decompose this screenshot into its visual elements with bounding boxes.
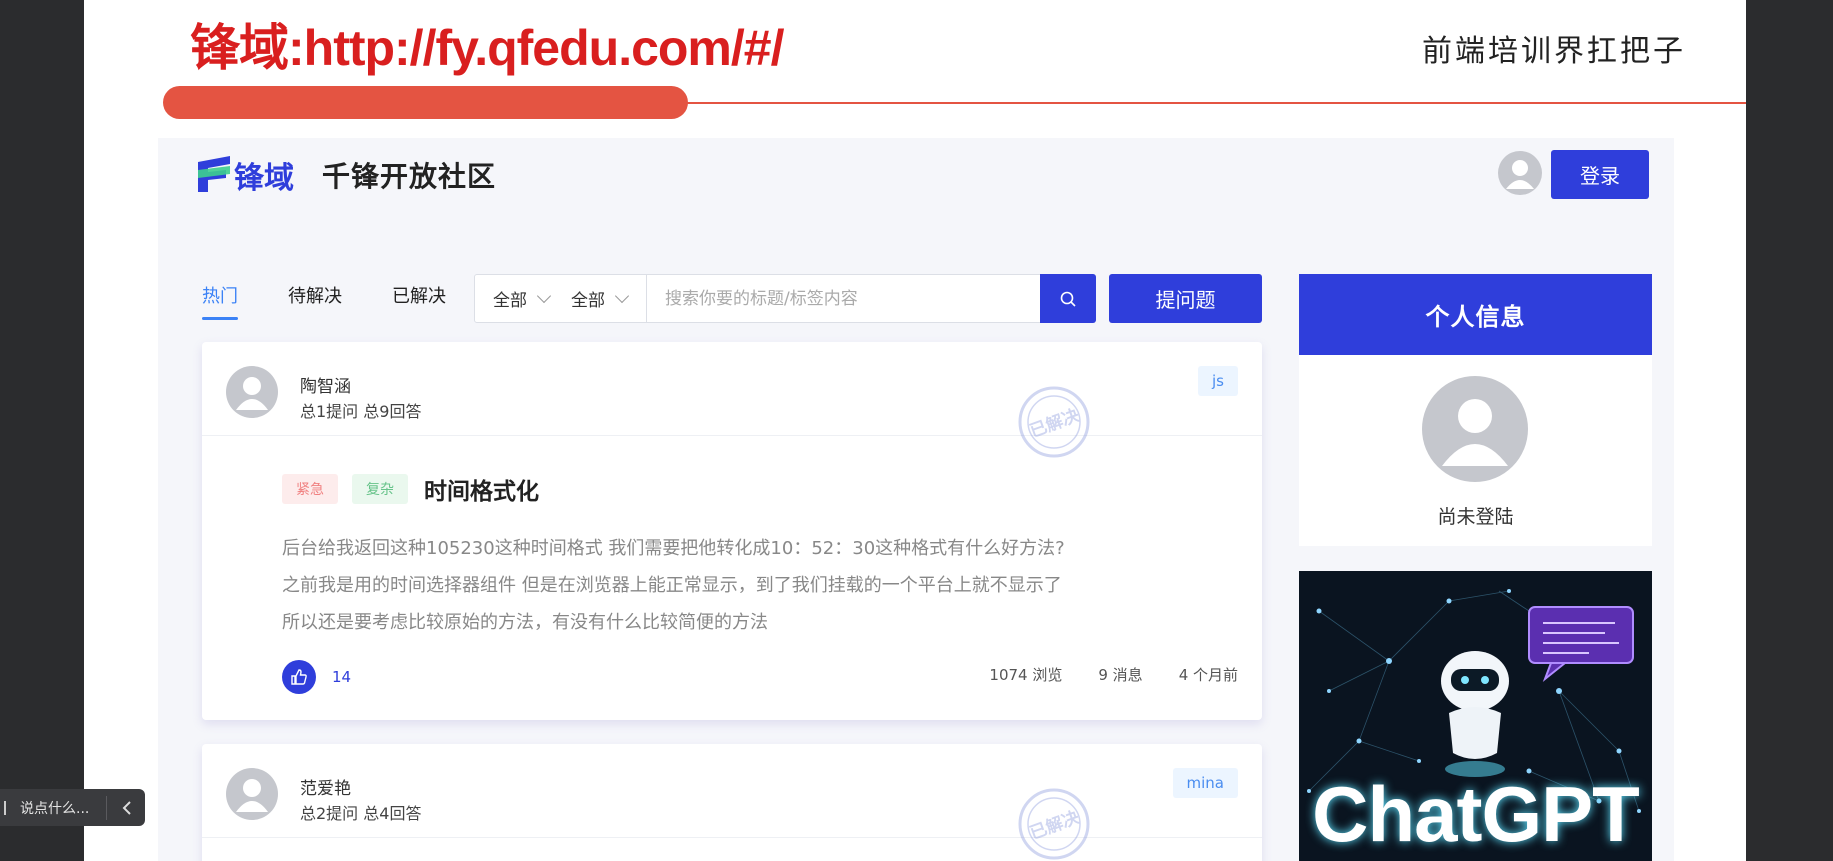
urgent-badge: 紧急 [282,474,338,504]
solved-stamp-icon: 已解决 [1014,382,1094,466]
tab-solved[interactable]: 已解决 [392,282,446,320]
login-status: 尚未登陆 [1437,506,1514,528]
filter-select-2-value: 全部 [571,291,605,311]
slide-accent-line [684,102,1746,104]
complex-badge: 复杂 [352,474,408,504]
author-avatar-icon[interactable] [226,366,278,418]
slide-slogan: 前端培训界扛把子 [1422,34,1686,69]
community-page: 锋域 千锋开放社区 登录 热门 待解决 已解决 全部 全部 搜索你要的标题/标签… [158,138,1674,861]
floating-comment-bar[interactable]: 说点什么... [0,789,145,826]
view-count: 1074 浏览 [989,666,1063,684]
author-name[interactable]: 范爱艳 [300,774,351,799]
user-avatar-icon[interactable] [1498,151,1542,195]
slide-accent-pill [163,86,688,119]
question-tabs: 热门 待解决 已解决 [202,282,496,320]
message-count: 9 消息 [1098,666,1143,684]
search-bar: 全部 全部 [474,274,1096,323]
thumbs-up-icon [291,669,307,685]
ask-question-button[interactable]: 提问题 [1109,274,1262,323]
question-body-line: 之前我是用的时间选择器组件 但是在浏览器上能正常显示，到了我们挂载的一个平台上就… [282,575,1062,596]
slide-title: 锋域:http://fy.qfedu.com/#/ [190,20,784,76]
solved-stamp-text: 已解决 [1027,806,1083,844]
logo-mark-icon: 锋域 [196,154,306,196]
chevron-down-icon [536,288,552,303]
question-body: 后台给我返回这种105230这种时间格式 我们需要把他转化成10：52：30这种… [282,530,1065,641]
logo-mark-text: 锋域 [234,161,294,196]
profile-panel: 个人信息 尚未登陆 [1299,274,1652,546]
author-stats: 总1提问 总9回答 [300,402,422,421]
question-card[interactable]: 陶智涵 总1提问 总9回答 js 已解决 紧急 复杂 时间格式化 后台给我返回这… [202,342,1262,720]
bar-edge-icon [0,800,6,815]
chatgpt-ad-banner[interactable]: ChatGPT [1299,571,1652,861]
question-card-header: 陶智涵 总1提问 总9回答 js 已解决 [202,342,1262,458]
like-group: 14 [282,660,351,694]
profile-avatar-icon[interactable] [1422,376,1528,482]
question-meta: 1074 浏览 9 消息 4 个月前 [953,664,1238,685]
login-button[interactable]: 登录 [1551,150,1649,199]
filter-select-1-value: 全部 [493,291,527,311]
question-card[interactable]: 范爱艳 总2提问 总4回答 mina 已解决 [202,744,1262,861]
collapse-chevron-icon[interactable] [117,798,137,818]
question-title[interactable]: 时间格式化 [424,472,539,506]
author-avatar-icon[interactable] [226,768,278,820]
site-logo[interactable]: 锋域 千锋开放社区 [196,154,496,196]
topic-tag[interactable]: mina [1172,768,1238,798]
ad-title: ChatGPT [1312,770,1640,858]
solved-stamp-text: 已解决 [1027,404,1083,442]
chevron-down-icon [614,288,630,303]
question-title-row: 紧急 复杂 时间格式化 [282,472,539,506]
tab-unsolved[interactable]: 待解决 [288,282,342,320]
slide: 锋域:http://fy.qfedu.com/#/ 前端培训界扛把子 锋域 千锋… [84,0,1746,861]
site-name: 千锋开放社区 [322,160,497,193]
search-icon [1060,291,1076,307]
comment-prompt[interactable]: 说点什么... [20,798,96,818]
topic-tag[interactable]: js [1198,366,1238,396]
question-card-header: 范爱艳 总2提问 总4回答 mina 已解决 [202,744,1262,860]
author-stats: 总2提问 总4回答 [300,804,422,823]
question-body-line: 后台给我返回这种105230这种时间格式 我们需要把他转化成10：52：30这种… [282,538,1065,559]
bar-divider [106,795,107,820]
tab-hot[interactable]: 热门 [202,282,238,320]
filter-select-1[interactable]: 全部 [475,275,553,322]
like-button[interactable] [282,660,316,694]
question-body-line: 所以还是要考虑比较原始的方法，有没有什么比较简便的方法 [282,612,768,633]
search-input[interactable] [647,275,1040,322]
like-count: 14 [332,668,352,686]
search-button[interactable] [1040,274,1096,323]
author-name[interactable]: 陶智涵 [300,372,351,397]
filter-select-2[interactable]: 全部 [553,275,647,322]
solved-stamp-icon: 已解决 [1014,784,1094,861]
post-time: 4 个月前 [1178,666,1238,684]
profile-panel-title: 个人信息 [1299,274,1652,355]
